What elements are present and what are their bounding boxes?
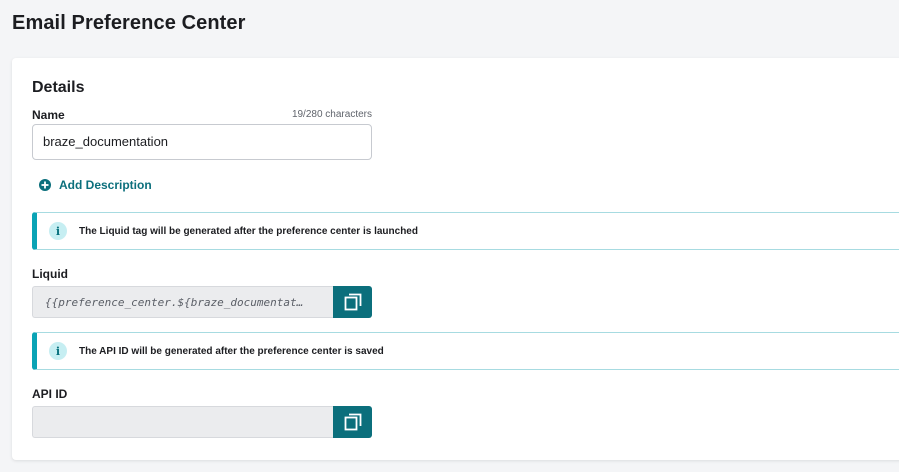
add-description-button[interactable]: Add Description xyxy=(39,178,152,192)
api-alert-text: The API ID will be generated after the p… xyxy=(79,345,384,357)
api-info-alert: i The API ID will be generated after the… xyxy=(32,332,899,370)
section-title: Details xyxy=(32,79,85,96)
api-id-label: API ID xyxy=(32,387,68,401)
liquid-alert-text: The Liquid tag will be generated after t… xyxy=(79,225,418,237)
details-card: Details Name 19/280 characters braze_doc… xyxy=(12,58,899,460)
liquid-value: {{preference_center.${braze_documentat… xyxy=(45,295,304,309)
liquid-info-alert: i The Liquid tag will be generated after… xyxy=(32,212,899,250)
api-id-field[interactable] xyxy=(32,406,333,438)
copy-liquid-button[interactable] xyxy=(333,286,372,318)
info-icon: i xyxy=(49,222,67,240)
copy-icon xyxy=(344,413,361,431)
name-label: Name xyxy=(32,108,65,122)
liquid-label: Liquid xyxy=(32,267,68,281)
copy-api-id-button[interactable] xyxy=(333,406,372,438)
plus-circle-icon xyxy=(39,179,51,191)
copy-icon xyxy=(344,293,361,311)
liquid-field[interactable]: {{preference_center.${braze_documentat… xyxy=(32,286,333,318)
page-title: Email Preference Center xyxy=(12,12,246,34)
info-icon: i xyxy=(49,342,67,360)
name-input[interactable]: braze_documentation xyxy=(32,124,372,160)
add-description-label: Add Description xyxy=(59,178,152,192)
character-count: 19/280 characters xyxy=(291,109,372,120)
